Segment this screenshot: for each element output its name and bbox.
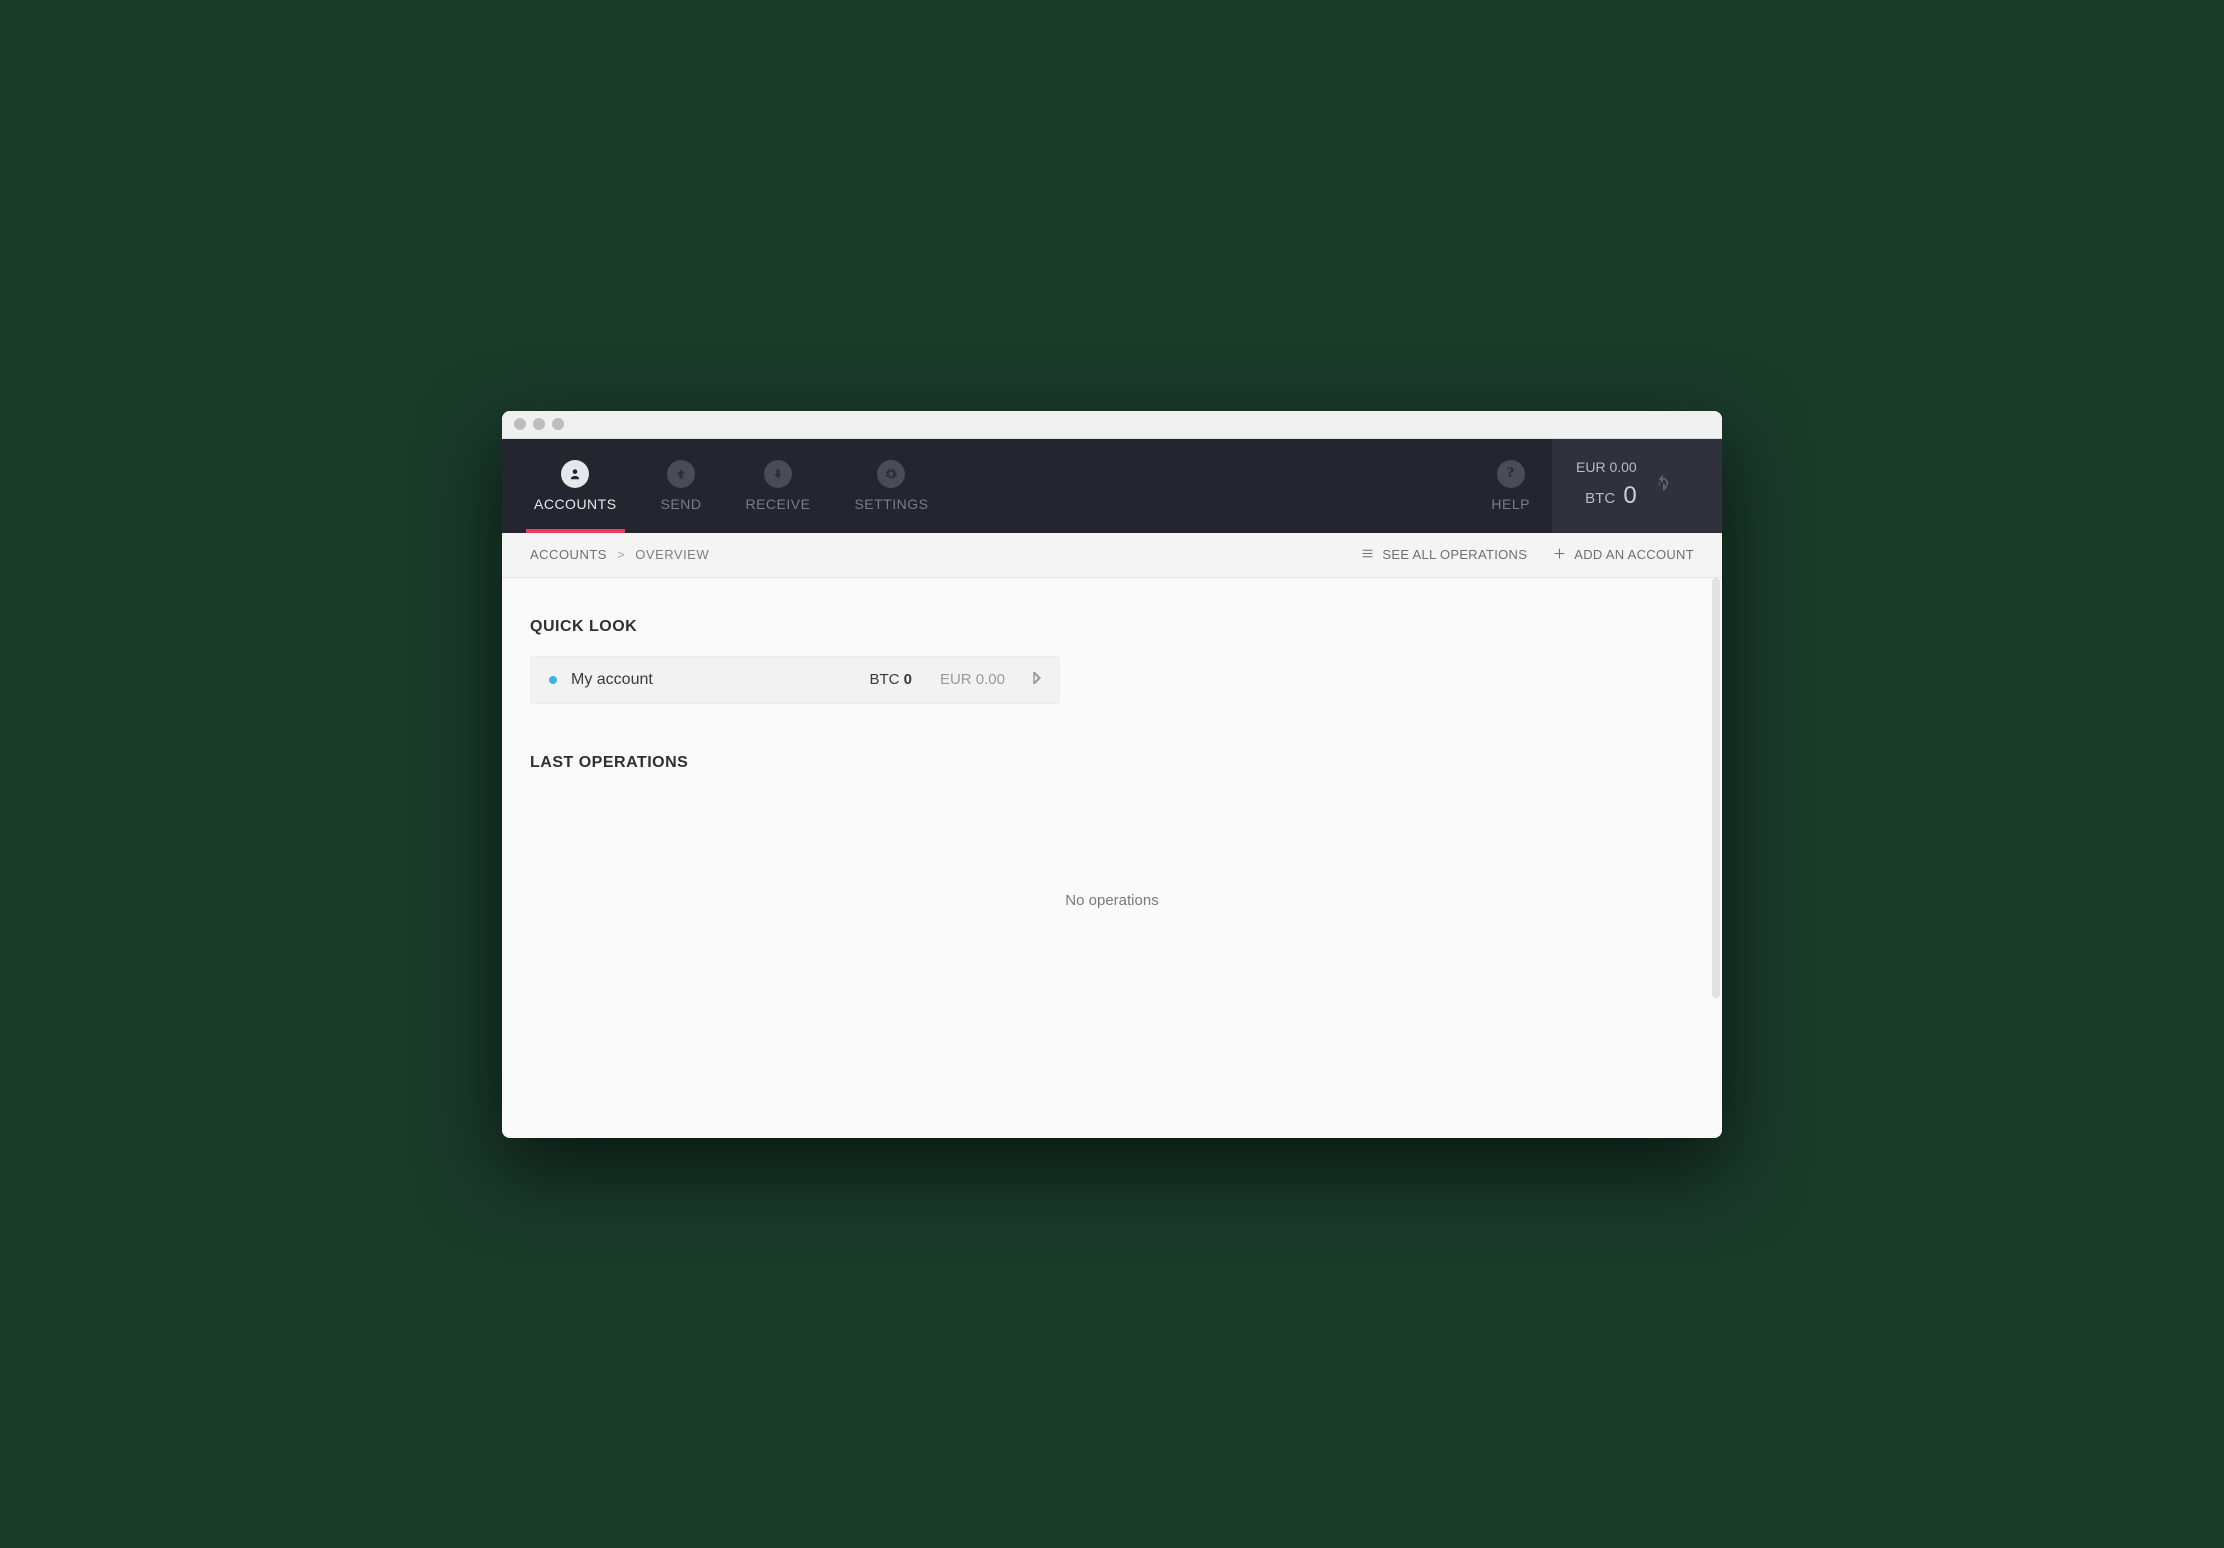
account-fiat: EUR 0.00 (940, 671, 1005, 688)
balance-panel: EUR 0.00 BTC 0 (1552, 439, 1722, 533)
window-zoom-dot[interactable] (552, 418, 564, 430)
last-operations-title: LAST OPERATIONS (530, 754, 1694, 772)
top-nav: ACCOUNTS SEND RECEIVE SETTINGS (502, 439, 1722, 533)
balance-crypto: BTC 0 (1576, 478, 1637, 514)
breadcrumb-sep: > (617, 547, 625, 562)
window-minimize-dot[interactable] (533, 418, 545, 430)
balance-crypto-value: 0 (1623, 482, 1636, 509)
window-titlebar (502, 411, 1722, 439)
sub-bar: ACCOUNTS > OVERVIEW SEE ALL OPERATIONS A… (502, 533, 1722, 578)
arrow-down-icon (764, 460, 792, 488)
breadcrumb-page: OVERVIEW (635, 547, 709, 562)
subbar-actions: SEE ALL OPERATIONS ADD AN ACCOUNT (1361, 547, 1694, 563)
balance-fiat-value: 0.00 (1609, 459, 1636, 475)
refresh-button[interactable] (1653, 473, 1673, 498)
add-account-button[interactable]: ADD AN ACCOUNT (1553, 547, 1694, 563)
arrow-up-icon (667, 460, 695, 488)
users-icon (561, 460, 589, 488)
breadcrumb: ACCOUNTS > OVERVIEW (530, 547, 709, 562)
nav-send[interactable]: SEND (639, 439, 724, 533)
main-content: QUICK LOOK My account BTC 0 EUR 0.00 LAS… (502, 578, 1722, 1138)
account-crypto: BTC 0 (869, 671, 912, 688)
nav-left: ACCOUNTS SEND RECEIVE SETTINGS (502, 439, 1469, 533)
account-color-dot (549, 676, 557, 684)
balance-fiat: EUR 0.00 (1576, 457, 1637, 478)
see-all-operations-label: SEE ALL OPERATIONS (1382, 547, 1527, 562)
nav-send-label: SEND (661, 496, 702, 512)
account-crypto-value: 0 (904, 671, 912, 688)
nav-accounts[interactable]: ACCOUNTS (512, 439, 639, 533)
app-window: ACCOUNTS SEND RECEIVE SETTINGS (502, 411, 1722, 1138)
list-icon (1361, 547, 1374, 563)
account-fiat-label: EUR (940, 671, 972, 688)
account-name: My account (571, 671, 855, 689)
breadcrumb-root[interactable]: ACCOUNTS (530, 547, 607, 562)
gear-icon (877, 460, 905, 488)
account-crypto-label: BTC (869, 671, 899, 688)
window-close-dot[interactable] (514, 418, 526, 430)
nav-settings-label: SETTINGS (854, 496, 928, 512)
add-account-label: ADD AN ACCOUNT (1574, 547, 1694, 562)
nav-help-label: HELP (1491, 496, 1530, 512)
nav-receive-label: RECEIVE (745, 496, 810, 512)
scrollbar[interactable] (1712, 578, 1720, 998)
account-fiat-value: 0.00 (976, 671, 1005, 688)
nav-receive[interactable]: RECEIVE (723, 439, 832, 533)
nav-settings[interactable]: SETTINGS (832, 439, 950, 533)
nav-accounts-label: ACCOUNTS (534, 496, 617, 512)
account-card[interactable]: My account BTC 0 EUR 0.00 (530, 656, 1060, 704)
question-icon: ? (1497, 460, 1525, 488)
quick-look-title: QUICK LOOK (530, 618, 1694, 636)
balance-text: EUR 0.00 BTC 0 (1576, 457, 1637, 514)
see-all-operations-button[interactable]: SEE ALL OPERATIONS (1361, 547, 1527, 563)
balance-fiat-label: EUR (1576, 459, 1606, 475)
chevron-right-icon (1033, 671, 1041, 689)
balance-crypto-label: BTC (1585, 490, 1615, 507)
nav-help[interactable]: ? HELP (1469, 439, 1552, 533)
no-operations-message: No operations (530, 892, 1694, 909)
plus-icon (1553, 547, 1566, 563)
